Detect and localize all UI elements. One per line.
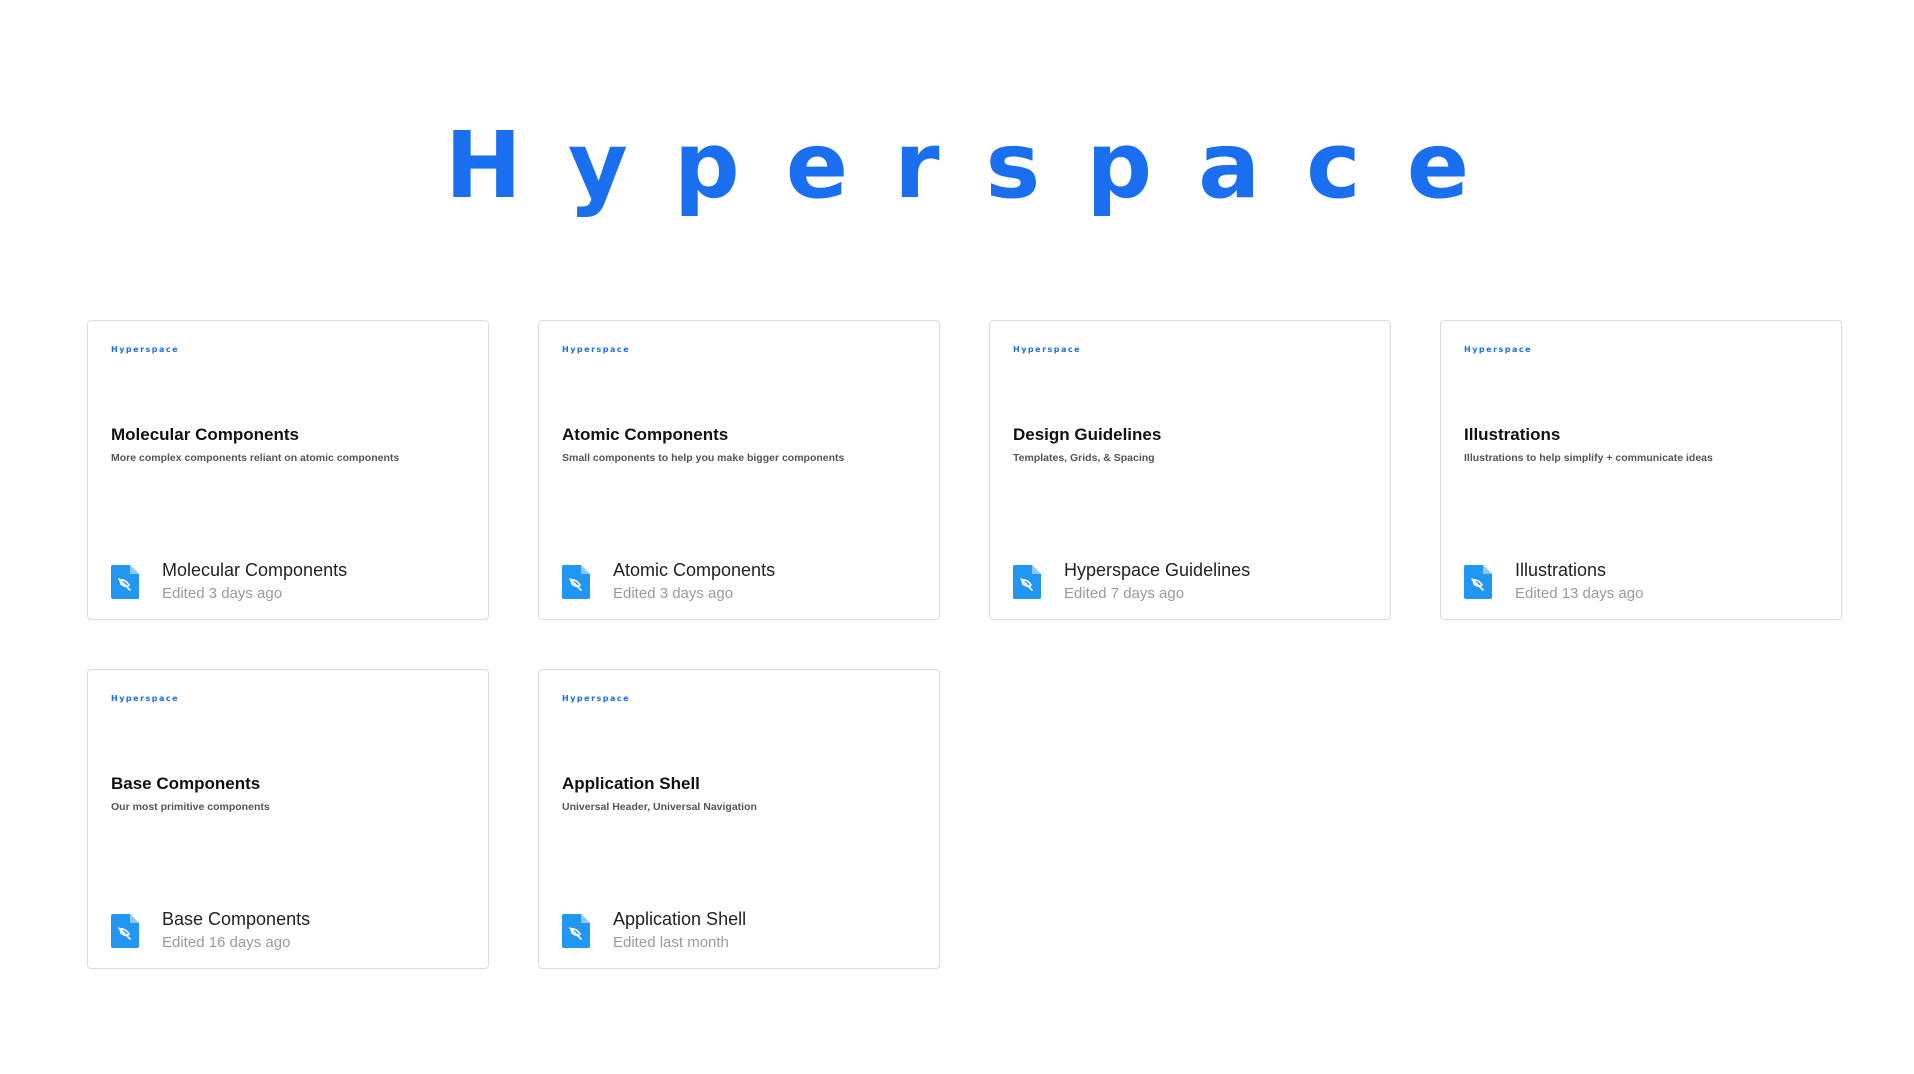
card-description: Templates, Grids, & Spacing [1013,452,1155,464]
card-footer: Application Shell Edited last month [562,908,746,952]
file-card[interactable]: Hyperspace Base Components Our most prim… [87,669,489,969]
file-name: Illustrations [1515,560,1607,580]
file-info: Molecular Components Edited 3 days ago [162,559,347,603]
file-grid: Hyperspace Molecular Components More com… [87,320,1842,969]
file-info: Application Shell Edited last month [613,908,746,952]
file-name: Application Shell [613,909,747,929]
card-title: Atomic Components [562,425,729,444]
card-brand-label: Hyperspace [562,345,631,354]
card-description: Our most primitive components [111,801,270,813]
card-footer: Molecular Components Edited 3 days ago [111,559,347,603]
figma-file-icon [562,914,590,948]
file-name: Hyperspace Guidelines [1064,560,1251,580]
file-info: Hyperspace Guidelines Edited 7 days ago [1064,559,1250,603]
card-title: Illustrations [1464,425,1561,444]
file-info: Base Components Edited 16 days ago [162,908,310,952]
file-card[interactable]: Hyperspace Application Shell Universal H… [538,669,940,969]
card-footer: Illustrations Edited 13 days ago [1464,559,1643,603]
file-info: Illustrations Edited 13 days ago [1515,559,1643,603]
card-footer: Atomic Components Edited 3 days ago [562,559,775,603]
file-card[interactable]: Hyperspace Design Guidelines Templates, … [989,320,1391,620]
card-description: Small components to help you make bigger… [562,452,845,464]
hyperspace-logo: Hyperspace [444,112,1516,219]
card-brand-label: Hyperspace [1464,345,1533,354]
card-footer: Hyperspace Guidelines Edited 7 days ago [1013,559,1250,603]
file-info: Atomic Components Edited 3 days ago [613,559,775,603]
card-title: Design Guidelines [1013,425,1162,444]
file-edited-time: Edited 3 days ago [162,585,283,602]
figma-file-icon [1464,565,1492,599]
file-edited-time: Edited 16 days ago [162,934,291,951]
file-edited-time: Edited 13 days ago [1515,585,1644,602]
file-card[interactable]: Hyperspace Atomic Components Small compo… [538,320,940,620]
page: Hyperspace Hyperspace Molecular Componen… [0,0,1914,1074]
card-brand-label: Hyperspace [562,694,631,703]
file-name: Molecular Components [162,560,348,580]
card-brand-label: Hyperspace [111,694,180,703]
card-footer: Base Components Edited 16 days ago [111,908,310,952]
figma-file-icon [1013,565,1041,599]
file-card[interactable]: Hyperspace Illustrations Illustrations t… [1440,320,1842,620]
file-name: Base Components [162,909,311,929]
file-name: Atomic Components [613,560,776,580]
card-description: Universal Header, Universal Navigation [562,801,757,813]
file-edited-time: Edited 7 days ago [1064,585,1185,602]
card-brand-label: Hyperspace [1013,345,1082,354]
card-title: Molecular Components [111,425,299,444]
file-card[interactable]: Hyperspace Molecular Components More com… [87,320,489,620]
figma-file-icon [111,565,139,599]
file-edited-time: Edited last month [613,934,729,951]
card-description: More complex components reliant on atomi… [111,452,400,464]
file-edited-time: Edited 3 days ago [613,585,734,602]
card-description: Illustrations to help simplify + communi… [1464,452,1713,464]
card-title: Application Shell [562,774,700,793]
card-title: Base Components [111,774,261,793]
card-brand-label: Hyperspace [111,345,180,354]
figma-file-icon [562,565,590,599]
figma-file-icon [111,914,139,948]
